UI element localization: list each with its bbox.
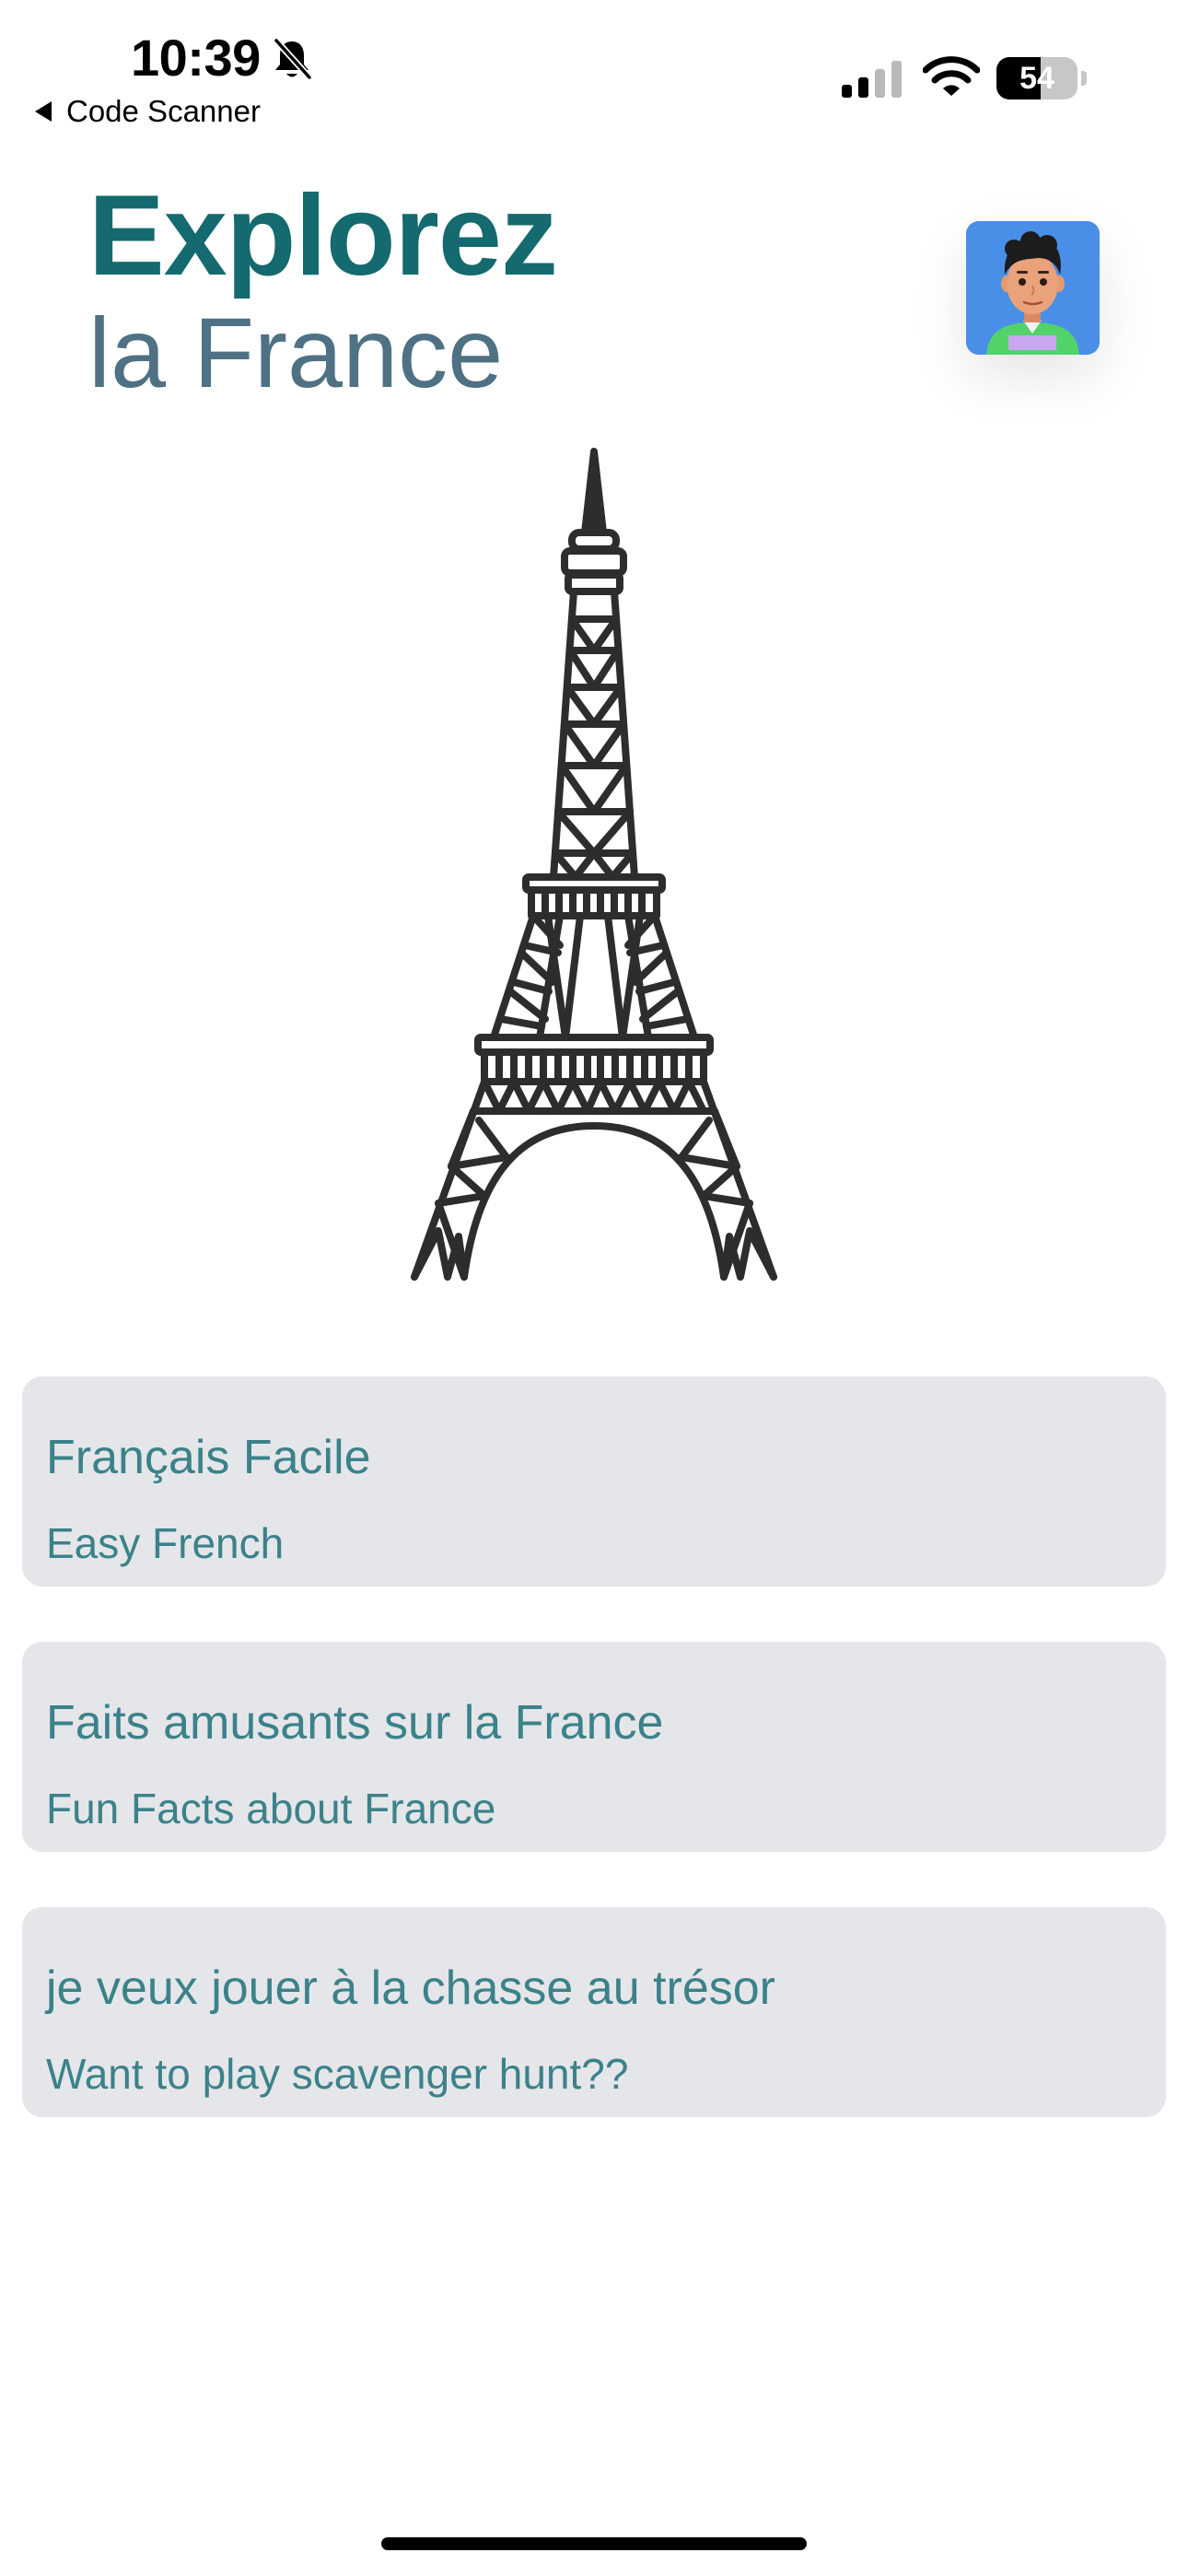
card-scavenger-hunt[interactable]: je veux jouer à la chasse au trésor Want… [22,1907,1166,2117]
card-title: Français Facile [46,1431,371,1484]
back-caret-icon [35,101,52,122]
page-title: Explorez [88,172,558,299]
back-link-label: Code Scanner [66,94,261,128]
memoji-avatar-icon [966,221,1100,355]
battery-body: 54 [996,57,1077,100]
back-to-code-scanner-link[interactable]: Code Scanner [33,94,261,129]
battery-icon: 54 [996,57,1087,100]
status-time: 10:39 [131,29,261,87]
battery-level: 54 [1019,61,1054,96]
card-title: Faits amusants sur la France [46,1696,664,1750]
eiffel-tower-icon [411,448,777,1281]
card-subtitle: Easy French [46,1519,285,1567]
battery-cap [1081,71,1087,86]
cellular-signal-icon [842,61,902,98]
card-subtitle: Want to play scavenger hunt?? [46,2050,629,2098]
wifi-icon [923,56,980,96]
home-indicator[interactable] [381,2537,807,2550]
profile-avatar-button[interactable] [966,221,1100,355]
bell-slash-icon [273,37,313,81]
page-subtitle: la France [88,297,504,408]
card-subtitle: Fun Facts about France [46,1785,496,1832]
card-title: je veux jouer à la chasse au trésor [46,1961,775,2015]
screen: 10:39 Code Scanner 54 Explorez la France [0,0,1188,2576]
card-fun-facts[interactable]: Faits amusants sur la France Fun Facts a… [22,1642,1166,1852]
card-francais-facile[interactable]: Français Facile Easy French [22,1376,1166,1587]
